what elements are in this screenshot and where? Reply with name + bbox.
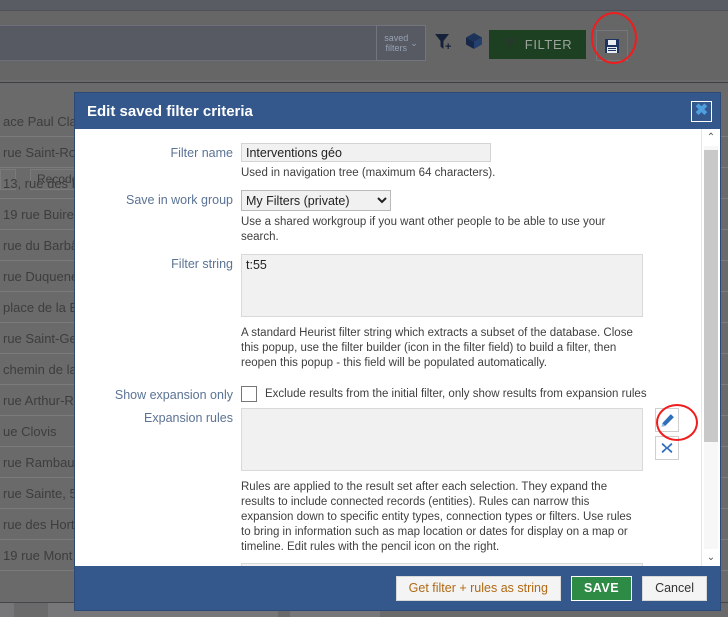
- scroll-down-button[interactable]: ⌄: [702, 549, 720, 566]
- expansion-rules-actions: [655, 408, 679, 460]
- filter-string-label: Filter string: [171, 257, 233, 271]
- field-show-expansion-only: Show expansion only Exclude results from…: [75, 385, 701, 402]
- filter-button-label: FILTER: [524, 37, 573, 52]
- filter-plus-icon[interactable]: +: [432, 31, 454, 53]
- cube-icon[interactable]: [464, 31, 484, 51]
- work-group-hint: Use a shared workgroup if you want other…: [241, 216, 606, 243]
- show-expansion-checkbox-label: Exclude results from the initial filter,…: [265, 387, 647, 400]
- field-filter-name: Filter name Used in navigation tree (max…: [75, 143, 701, 181]
- sub-toolbar: [0, 68, 728, 80]
- filter-button[interactable]: FILTER: [489, 30, 586, 59]
- saved-filters-label-line2: filters: [385, 43, 407, 53]
- field-notes: Notes: [75, 563, 701, 566]
- filter-name-hint: Used in navigation tree (maximum 64 char…: [241, 167, 496, 179]
- filter-string-hint: A standard Heurist filter string which e…: [241, 327, 633, 369]
- expansion-rules-label: Expansion rules: [144, 411, 233, 425]
- dialog-body: Filter name Used in navigation tree (max…: [75, 129, 701, 566]
- chevron-down-icon: ⌄: [410, 37, 418, 48]
- scrollbar-thumb[interactable]: [704, 150, 718, 442]
- blue-x-icon: [661, 442, 673, 454]
- dialog-body-wrapper: Filter name Used in navigation tree (max…: [75, 129, 720, 566]
- floppy-disk-icon: [605, 38, 619, 53]
- save-button[interactable]: SAVE: [570, 575, 633, 601]
- save-filter-toolbar-button[interactable]: [596, 30, 628, 61]
- cancel-button[interactable]: Cancel: [642, 575, 707, 601]
- work-group-label: Save in work group: [125, 193, 233, 207]
- svg-text:+: +: [445, 41, 451, 53]
- filter-name-label: Filter name: [170, 146, 233, 160]
- clear-rules-button[interactable]: [655, 436, 679, 460]
- field-expansion-rules: Expansion rules Rules are applied to the…: [75, 408, 701, 555]
- scroll-up-button[interactable]: ⌃: [702, 129, 720, 146]
- filter-name-input[interactable]: [241, 143, 491, 162]
- saved-filters-dropdown[interactable]: saved filters ⌄: [376, 25, 426, 61]
- dialog-title: Edit saved filter criteria: [87, 102, 253, 120]
- scrollbar-track[interactable]: [704, 146, 718, 549]
- filter-string-textarea[interactable]: t:55: [241, 254, 643, 317]
- dialog-scrollbar[interactable]: ⌃ ⌄: [701, 129, 720, 566]
- edit-saved-filter-dialog: Edit saved filter criteria ✖ Filter name…: [75, 93, 720, 610]
- show-expansion-label: Show expansion only: [114, 388, 233, 402]
- saved-filters-label-line1: saved: [384, 33, 409, 43]
- search-input[interactable]: [0, 25, 425, 61]
- pencil-icon: [661, 413, 674, 427]
- funnel-icon: [503, 38, 517, 52]
- notes-textarea[interactable]: [241, 563, 643, 566]
- close-icon[interactable]: ✖: [691, 100, 712, 122]
- field-work-group: Save in work group My Filters (private) …: [75, 190, 701, 245]
- notes-label: Notes: [75, 563, 241, 566]
- field-filter-string: Filter string t:55 A standard Heurist fi…: [75, 254, 701, 371]
- list-item-label: ue Clovis: [3, 423, 57, 439]
- bottom-cell-1: [0, 603, 14, 617]
- get-filter-rules-as-string-button[interactable]: Get filter + rules as string: [395, 575, 561, 601]
- expansion-rules-hint: Rules are applied to the result set afte…: [241, 481, 632, 553]
- dialog-footer: Get filter + rules as string SAVE Cancel: [75, 566, 720, 610]
- work-group-select[interactable]: My Filters (private): [241, 190, 391, 211]
- list-item-label: rue Rambaud: [3, 454, 82, 470]
- top-strip: [0, 0, 728, 10]
- show-expansion-checkbox[interactable]: [241, 385, 257, 402]
- edit-rules-button[interactable]: [655, 408, 679, 432]
- expansion-rules-textarea[interactable]: [241, 408, 643, 471]
- dialog-title-bar: Edit saved filter criteria ✖: [75, 93, 720, 129]
- search-toolbar: saved filters ⌄ + FILTER: [0, 10, 728, 70]
